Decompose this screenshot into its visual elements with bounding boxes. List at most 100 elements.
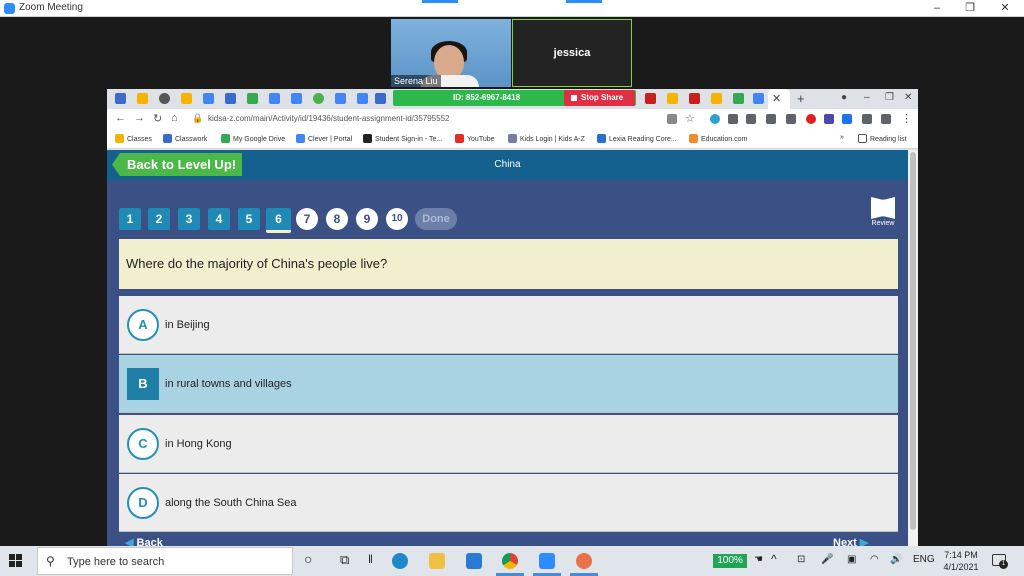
- next-question-button[interactable]: Next ▶: [833, 536, 868, 546]
- bookmark-clever[interactable]: Clever | Portal: [296, 134, 352, 143]
- extension-icon[interactable]: [842, 114, 852, 124]
- tab-favicon[interactable]: [667, 93, 678, 104]
- extension-icon[interactable]: [806, 114, 816, 124]
- answer-option-c[interactable]: C in Hong Kong: [119, 415, 898, 473]
- tray-app-icon[interactable]: ☚: [754, 554, 763, 565]
- wifi-icon[interactable]: ◠: [870, 554, 879, 565]
- question-number-3[interactable]: 3: [178, 208, 200, 230]
- extension-icon[interactable]: [746, 114, 756, 124]
- mail-icon[interactable]: [466, 553, 482, 569]
- home-icon[interactable]: ⌂: [171, 112, 178, 124]
- extensions-puzzle-icon[interactable]: [862, 114, 872, 124]
- camera-icon[interactable]: ▣: [847, 554, 856, 565]
- paint-icon[interactable]: [576, 553, 592, 569]
- tab-favicon[interactable]: [269, 93, 280, 104]
- task-view-icon[interactable]: ⧉: [340, 552, 349, 568]
- question-number-1[interactable]: 1: [119, 208, 141, 230]
- bookmark-star-icon[interactable]: ☆: [685, 112, 695, 125]
- browser-restore-icon[interactable]: ❐: [885, 92, 894, 103]
- question-number-10[interactable]: 10: [386, 208, 408, 230]
- bookmark-lexia[interactable]: Lexia Reading Core...: [597, 134, 677, 143]
- question-number-7[interactable]: 7: [296, 208, 318, 230]
- tab-favicon[interactable]: [247, 93, 258, 104]
- bookmark-classes[interactable]: Classes: [115, 134, 152, 143]
- reload-icon[interactable]: ↻: [153, 112, 162, 125]
- done-button[interactable]: Done: [415, 208, 457, 230]
- browser-menu-icon[interactable]: ●: [841, 92, 847, 103]
- tab-favicon[interactable]: [711, 93, 722, 104]
- question-number-8[interactable]: 8: [326, 208, 348, 230]
- edge-icon[interactable]: [392, 553, 408, 569]
- microphone-icon[interactable]: 🎤: [821, 554, 833, 565]
- cortana-icon[interactable]: ○: [304, 551, 312, 567]
- new-tab-icon[interactable]: +: [797, 91, 805, 106]
- question-number-9[interactable]: 9: [356, 208, 378, 230]
- reading-list[interactable]: Reading list: [858, 134, 907, 143]
- tray-app-icon[interactable]: ⊡: [797, 554, 805, 565]
- back-icon[interactable]: ←: [115, 112, 126, 124]
- file-explorer-icon[interactable]: [429, 553, 445, 569]
- chrome-icon[interactable]: [502, 553, 518, 569]
- extension-icon[interactable]: [766, 114, 776, 124]
- cast-icon[interactable]: [881, 114, 891, 124]
- tab-favicon[interactable]: [115, 93, 126, 104]
- extension-icon[interactable]: [824, 114, 834, 124]
- tab-favicon[interactable]: [181, 93, 192, 104]
- clock[interactable]: 7:14 PM 4/1/2021: [939, 549, 983, 573]
- bookmark-student-signin[interactable]: Student Sign-in - Te...: [363, 134, 442, 143]
- tab-favicon[interactable]: [313, 93, 324, 104]
- extension-icon[interactable]: [786, 114, 796, 124]
- tab-favicon[interactable]: [203, 93, 214, 104]
- tab-favicon[interactable]: [375, 93, 386, 104]
- address-bar[interactable]: 🔒 kidsa-z.com/main/Activity/id/19436/stu…: [192, 111, 662, 127]
- previous-question-button[interactable]: ◀ Back: [125, 536, 163, 546]
- extension-icon[interactable]: [667, 114, 677, 124]
- question-number-2[interactable]: 2: [148, 208, 170, 230]
- restore-icon[interactable]: ❐: [962, 1, 978, 15]
- tab-favicon[interactable]: [225, 93, 236, 104]
- tab-favicon[interactable]: [753, 93, 764, 104]
- tab-favicon[interactable]: [291, 93, 302, 104]
- tab-favicon[interactable]: [159, 93, 170, 104]
- video-tile-serena[interactable]: Serena Liu: [391, 19, 511, 87]
- taskbar-search[interactable]: ⚲ Type here to search: [37, 547, 293, 575]
- answer-option-d[interactable]: D along the South China Sea: [119, 474, 898, 532]
- page-scroll-thumb[interactable]: [910, 152, 916, 530]
- close-icon[interactable]: ✕: [997, 1, 1013, 15]
- extension-icon[interactable]: [728, 114, 738, 124]
- extension-icon[interactable]: [710, 114, 720, 124]
- tab-favicon[interactable]: [137, 93, 148, 104]
- zoom-percent-badge[interactable]: 100%: [713, 554, 747, 568]
- tab-favicon[interactable]: [645, 93, 656, 104]
- notification-center-icon[interactable]: 1: [992, 554, 1008, 569]
- stop-share-button[interactable]: Stop Share: [564, 90, 635, 106]
- language-indicator[interactable]: ENG: [913, 554, 935, 565]
- menu-dots-icon[interactable]: ⋮: [901, 112, 912, 125]
- show-hidden-icons-icon[interactable]: ^: [771, 552, 777, 566]
- question-number-4[interactable]: 4: [208, 208, 230, 230]
- bookmark-classwork[interactable]: Classwork: [163, 134, 207, 143]
- bookmark-google-drive[interactable]: My Google Drive: [221, 134, 285, 143]
- windows-start-icon[interactable]: [9, 554, 23, 568]
- minimize-icon[interactable]: –: [929, 1, 945, 15]
- browser-close-icon[interactable]: ✕: [904, 92, 912, 103]
- tab-favicon[interactable]: [335, 93, 346, 104]
- tab-favicon[interactable]: [733, 93, 744, 104]
- review-button[interactable]: Review: [869, 197, 897, 227]
- tab-favicon[interactable]: [357, 93, 368, 104]
- answer-option-b[interactable]: B in rural towns and villages: [119, 355, 898, 413]
- question-number-6[interactable]: 6: [266, 208, 291, 233]
- tab-favicon[interactable]: [689, 93, 700, 104]
- zoom-taskbar-icon[interactable]: [539, 553, 555, 569]
- answer-option-a[interactable]: A in Beijing: [119, 296, 898, 354]
- browser-minimize-icon[interactable]: –: [864, 92, 870, 103]
- forward-icon[interactable]: →: [134, 112, 145, 124]
- bookmarks-more-icon[interactable]: »: [840, 134, 844, 141]
- bookmark-kids-a-z[interactable]: Kids Login | Kids A-Z: [508, 134, 585, 143]
- video-tile-jessica[interactable]: jessica: [512, 19, 632, 87]
- bookmark-youtube[interactable]: YouTube: [455, 134, 495, 143]
- question-number-5[interactable]: 5: [238, 208, 260, 230]
- tab-close-icon[interactable]: ✕: [772, 92, 781, 105]
- volume-icon[interactable]: 🔊: [890, 554, 902, 565]
- bookmark-education-com[interactable]: Education.com: [689, 134, 747, 143]
